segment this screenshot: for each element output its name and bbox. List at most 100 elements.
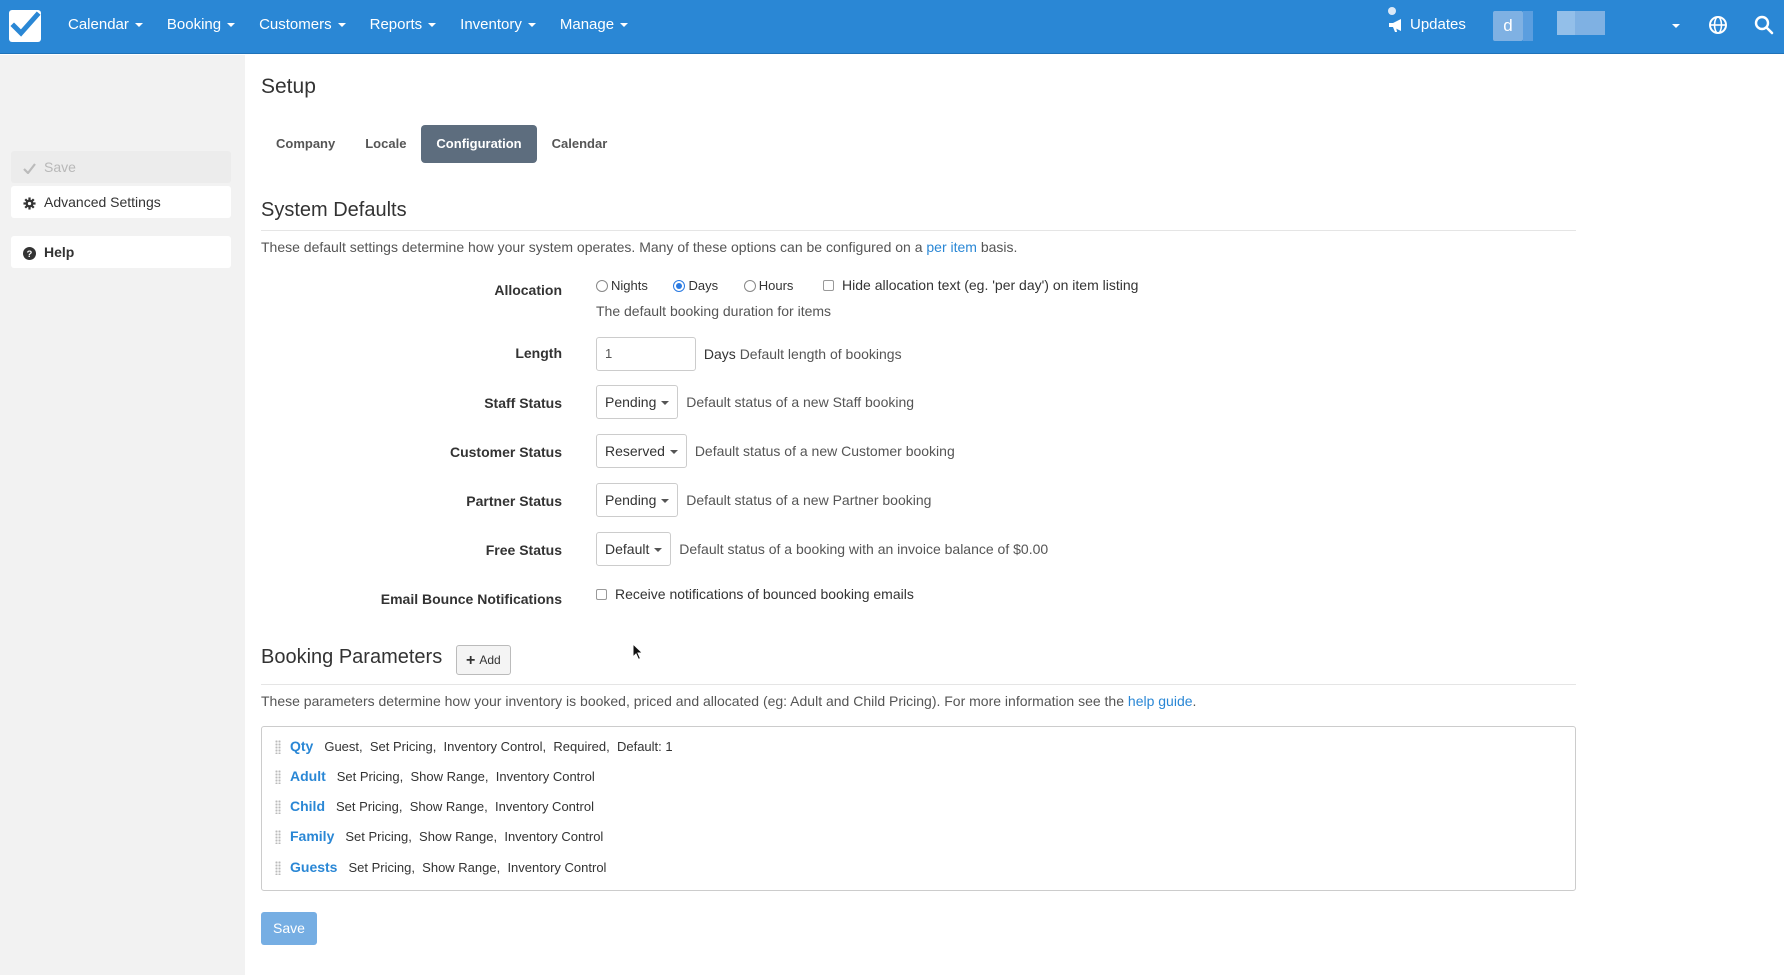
allocation-help: The default booking duration for items	[596, 303, 832, 319]
parameter-name-link[interactable]: Qty	[290, 738, 313, 754]
staff-status-help: Default status of a new Staff booking	[686, 394, 915, 410]
drag-handle-icon[interactable]	[275, 769, 281, 784]
parameter-attributes: Set Pricing, Show Range, Inventory Contr…	[348, 860, 607, 875]
list-item[interactable]: Qty Guest, Set Pricing, Inventory Control…	[275, 735, 673, 757]
save-button[interactable]: Save	[261, 912, 317, 945]
length-unit: Days	[703, 346, 736, 362]
customer-status-help: Default status of a new Customer booking	[694, 443, 955, 459]
booking-parameters-title: Booking Parameters	[261, 646, 443, 668]
allocation-hours-option[interactable]: Hours	[743, 278, 793, 293]
chevron-down-icon	[661, 401, 670, 406]
allocation-label: Allocation	[494, 282, 562, 298]
parameter-attributes: Set Pricing, Show Range, Inventory Contr…	[336, 799, 594, 814]
partner-status-select[interactable]: Pending	[596, 483, 679, 517]
page-title: Setup	[261, 75, 316, 98]
customer-status-select[interactable]: Reserved	[596, 434, 687, 468]
parameter-attributes: Guest, Set Pricing, Inventory Control, R…	[324, 739, 673, 754]
per-item-link[interactable]: per item	[926, 239, 977, 255]
drag-handle-icon[interactable]	[275, 829, 281, 844]
staff-status-select[interactable]: Pending	[596, 385, 679, 419]
mouse-cursor-icon	[632, 643, 644, 661]
parameter-name-link[interactable]: Guests	[290, 859, 337, 875]
gear-icon	[23, 197, 36, 210]
nav-calendar[interactable]: Calendar	[56, 0, 155, 54]
list-item[interactable]: Child Set Pricing, Show Range, Inventory …	[275, 795, 594, 817]
hide-allocation-text-option[interactable]: Hide allocation text (eg. 'per day') on …	[823, 277, 1138, 293]
list-item[interactable]: Guests Set Pricing, Show Range, Inventory…	[275, 856, 606, 878]
nav-booking[interactable]: Booking	[155, 0, 247, 54]
tab-calendar[interactable]: Calendar	[537, 125, 623, 163]
nav-customers[interactable]: Customers	[247, 0, 358, 54]
top-navbar: Calendar Booking Customers Reports Inven…	[0, 0, 1784, 54]
length-input[interactable]: 1	[596, 337, 696, 371]
email-bounce-checkbox[interactable]	[596, 588, 607, 600]
search-icon[interactable]	[1754, 15, 1774, 35]
allocation-options: Nights Days Hours Hide allocation text (…	[596, 277, 1138, 293]
divider	[261, 684, 1576, 685]
user-avatar[interactable]: d	[1493, 11, 1523, 41]
parameter-name-link[interactable]: Family	[290, 828, 334, 844]
list-item[interactable]: Adult Set Pricing, Show Range, Inventory …	[275, 765, 595, 787]
tab-configuration[interactable]: Configuration	[421, 125, 537, 163]
customer-status-control: Reserved Default status of a new Custome…	[596, 434, 955, 468]
tab-company[interactable]: Company	[261, 125, 350, 163]
length-control: 1 Days Default length of bookings	[596, 337, 902, 371]
partner-status-help: Default status of a new Partner booking	[686, 492, 932, 508]
chevron-down-icon	[337, 23, 346, 28]
notification-dot	[1388, 7, 1396, 15]
system-defaults-description: These default settings determine how you…	[261, 239, 1018, 255]
radio-days[interactable]	[673, 279, 686, 292]
email-bounce-label: Email Bounce Notifications	[380, 591, 562, 607]
length-label: Length	[515, 345, 562, 361]
booking-parameters-list: Qty Guest, Set Pricing, Inventory Control…	[261, 726, 1576, 891]
sidebar: Save Advanced Settings ? Help	[0, 55, 245, 975]
chevron-down-icon	[428, 23, 437, 28]
nav-reports[interactable]: Reports	[358, 0, 449, 54]
avatar-badge	[1523, 11, 1533, 41]
nav-inventory[interactable]: Inventory	[448, 0, 548, 54]
setup-tabs: Company Locale Configuration Calendar	[261, 125, 622, 163]
chevron-down-icon	[661, 499, 670, 504]
tab-locale[interactable]: Locale	[350, 125, 421, 163]
allocation-nights-option[interactable]: Nights	[596, 278, 648, 293]
sidebar-save-button[interactable]: Save	[11, 151, 231, 183]
list-item[interactable]: Family Set Pricing, Show Range, Inventory…	[275, 825, 603, 847]
sidebar-advanced-settings[interactable]: Advanced Settings	[11, 186, 231, 218]
system-defaults-title: System Defaults	[261, 199, 407, 221]
staff-status-label: Staff Status	[484, 395, 562, 411]
plus-icon: +	[466, 652, 476, 669]
globe-icon[interactable]	[1708, 15, 1728, 35]
partner-status-control: Pending Default status of a new Partner …	[596, 483, 931, 517]
radio-hours[interactable]	[743, 279, 756, 292]
updates-button[interactable]: Updates	[1388, 0, 1466, 50]
chevron-down-icon	[654, 548, 663, 553]
hide-allocation-text-checkbox[interactable]	[823, 280, 835, 292]
nav-manage[interactable]: Manage	[548, 0, 640, 54]
sidebar-help[interactable]: ? Help	[11, 236, 231, 268]
drag-handle-icon[interactable]	[275, 799, 281, 814]
question-circle-icon: ?	[23, 246, 36, 260]
email-bounce-option[interactable]: Receive notifications of bounced booking…	[596, 586, 914, 602]
chevron-down-icon	[134, 23, 143, 28]
parameter-name-link[interactable]: Child	[290, 798, 325, 814]
chevron-down-icon	[227, 23, 236, 28]
main-content: Setup Company Locale Configuration Calen…	[245, 55, 1784, 975]
free-status-label: Free Status	[485, 542, 562, 558]
free-status-select[interactable]: Default	[596, 532, 672, 566]
add-parameter-button[interactable]: + Add	[456, 645, 511, 675]
drag-handle-icon[interactable]	[275, 860, 281, 875]
checkmark-icon	[23, 163, 36, 175]
free-status-control: Default Default status of a booking with…	[596, 532, 1048, 566]
booking-parameters-description: These parameters determine how your inve…	[261, 693, 1197, 709]
chevron-down-icon	[620, 23, 629, 28]
help-guide-link[interactable]: help guide	[1128, 693, 1193, 709]
account-name-part	[1557, 11, 1575, 35]
allocation-days-option[interactable]: Days	[673, 278, 718, 293]
drag-handle-icon[interactable]	[275, 739, 281, 754]
app-logo-icon[interactable]	[9, 10, 41, 42]
parameter-name-link[interactable]: Adult	[290, 768, 326, 784]
account-dropdown-icon[interactable]	[1672, 24, 1680, 28]
free-status-help: Default status of a booking with an invo…	[679, 541, 1049, 557]
radio-nights[interactable]	[596, 279, 608, 292]
main-nav: Calendar Booking Customers Reports Inven…	[56, 0, 640, 54]
